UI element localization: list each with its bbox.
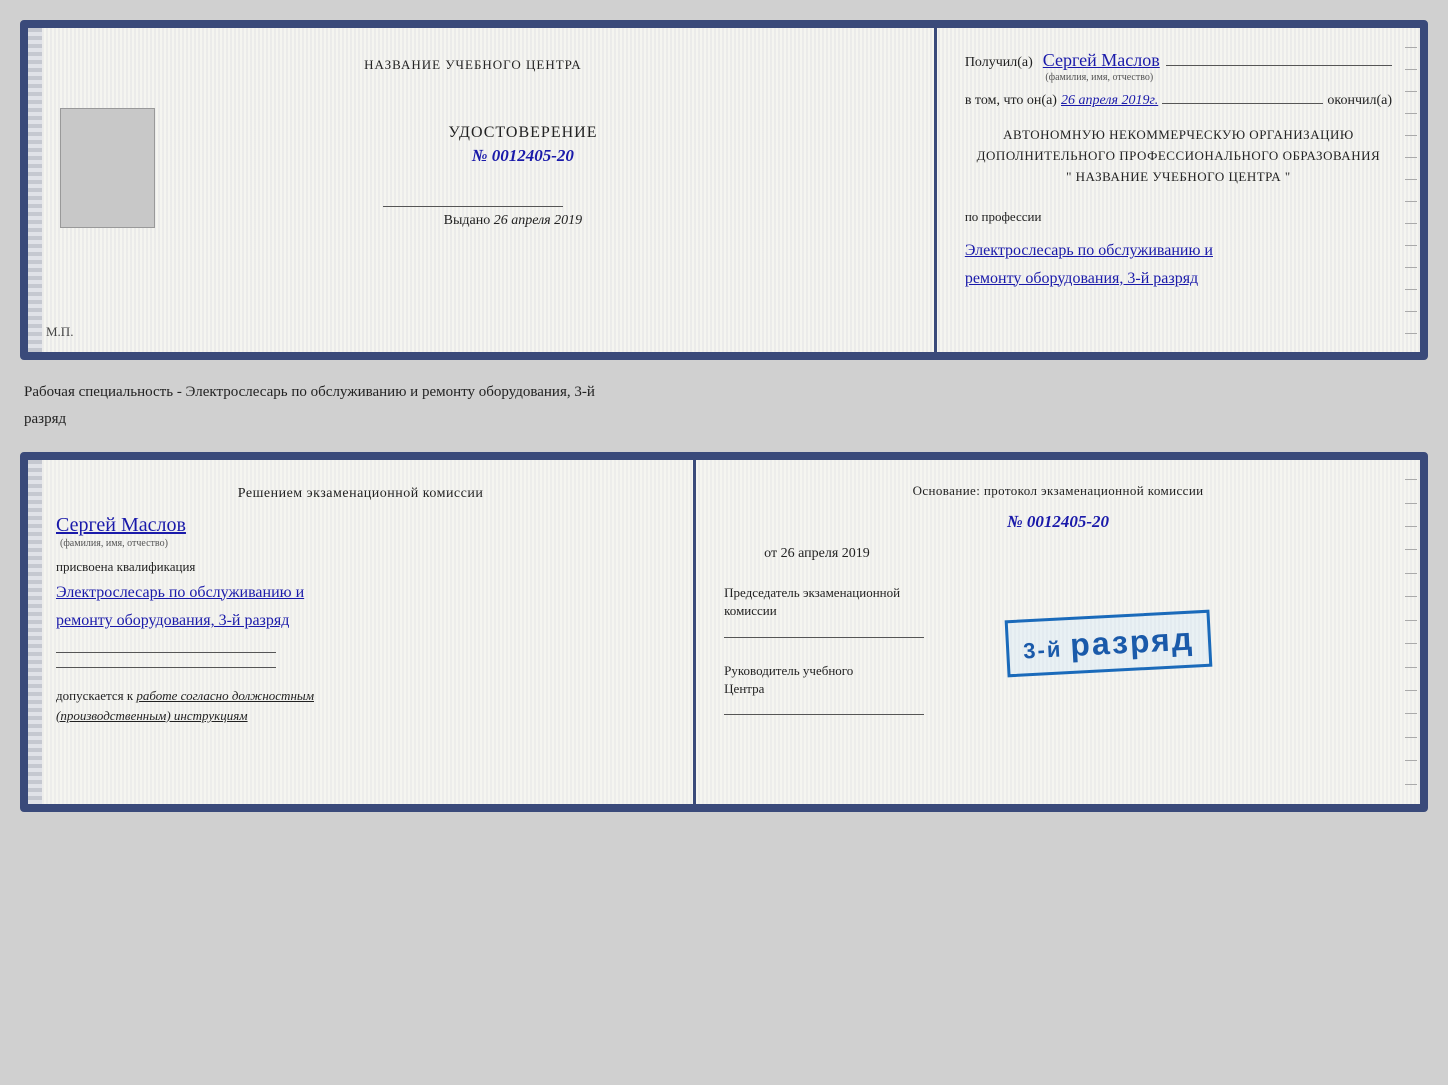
doc2-right-panel: Основание: протокол экзаменационной коми… <box>696 460 1420 804</box>
dopuskaetsya-label: допускается к <box>56 688 133 703</box>
ot-label: от <box>764 546 777 561</box>
document-card-2: Решением экзаменационной комиссии Сергей… <box>20 452 1428 812</box>
org-line3: " НАЗВАНИЕ УЧЕБНОГО ЦЕНТРА " <box>965 167 1392 188</box>
poluchil-row: Получил(а) Сергей Маслов (фамилия, имя, … <box>965 50 1392 83</box>
recipient-name: Сергей Маслов <box>1043 50 1160 71</box>
qualification-text: Электрослесарь по обслуживанию и ремонту… <box>56 579 665 637</box>
sig-line-a <box>56 652 276 653</box>
profession-text: Электрослесарь по обслуживанию и ремонту… <box>965 237 1392 291</box>
stamp: 3-й разряд <box>1005 610 1213 678</box>
doc2-recipient-name: Сергей Маслов <box>56 514 665 537</box>
udostoverenie-title: УДОСТОВЕРЕНИЕ <box>448 124 597 142</box>
signature-line-1 <box>383 206 563 207</box>
doc2-number-prefix: № <box>1007 512 1023 531</box>
stamp-text: 3-й разряд <box>1022 622 1195 666</box>
between-text-line2: разряд <box>20 409 1428 436</box>
qualification-line2: ремонту оборудования, 3-й разряд <box>56 612 289 629</box>
fio-hint: (фамилия, имя, отчество) <box>1045 72 1153 83</box>
between-text-block: Рабочая специальность - Электрослесарь п… <box>20 376 1428 436</box>
rukovoditel-sig-line <box>724 714 924 715</box>
name-dash-line <box>1166 65 1392 66</box>
document-card-1: НАЗВАНИЕ УЧЕБНОГО ЦЕНТРА УДОСТОВЕРЕНИЕ №… <box>20 20 1428 360</box>
org-block: АВТОНОМНУЮ НЕКОММЕРЧЕСКУЮ ОРГАНИЗАЦИЮ ДО… <box>965 125 1392 187</box>
org-line1: АВТОНОМНУЮ НЕКОММЕРЧЕСКУЮ ОРГАНИЗАЦИЮ <box>965 125 1392 146</box>
vtom-row: в том, что он(а) 26 апреля 2019г. окончи… <box>965 93 1392 109</box>
doc1-left-panel: НАЗВАНИЕ УЧЕБНОГО ЦЕНТРА УДОСТОВЕРЕНИЕ №… <box>28 28 937 352</box>
doc2-left-panel: Решением экзаменационной комиссии Сергей… <box>28 460 696 804</box>
page-wrapper: НАЗВАНИЕ УЧЕБНОГО ЦЕНТРА УДОСТОВЕРЕНИЕ №… <box>20 20 1428 812</box>
resheniem-title: Решением экзаменационной комиссии <box>56 484 665 504</box>
profession-line2: ремонту оборудования, 3-й разряд <box>965 270 1198 287</box>
udostoverenie-number: № 0012405-20 <box>448 146 597 166</box>
poprofessii-label: по профессии <box>965 209 1392 225</box>
photo-placeholder <box>60 108 155 228</box>
sig-line-b <box>56 667 276 668</box>
ot-date-value: 26 апреля 2019 <box>781 546 870 561</box>
doc1-right-panel: Получил(а) Сергей Маслов (фамилия, имя, … <box>937 28 1420 352</box>
mp-label: М.П. <box>46 324 73 340</box>
number-prefix: № <box>472 146 488 165</box>
org-line2: ДОПОЛНИТЕЛЬНОГО ПРОФЕССИОНАЛЬНОГО ОБРАЗО… <box>965 146 1392 167</box>
date-dash-line <box>1162 103 1323 104</box>
udostoverenie-block: УДОСТОВЕРЕНИЕ № 0012405-20 <box>448 124 597 166</box>
right-edge-decoration <box>1402 28 1420 352</box>
signature-lines-group <box>56 652 665 668</box>
number-value: 0012405-20 <box>492 146 574 165</box>
vydano-line: Выдано 26 апреля 2019 <box>444 213 583 229</box>
doc1-org-name: НАЗВАНИЕ УЧЕБНОГО ЦЕНТРА <box>364 56 581 74</box>
doc2-fio-hint: (фамилия, имя, отчество) <box>60 538 665 549</box>
okonchil-label: окончил(а) <box>1327 93 1392 109</box>
right-edge-decoration-2 <box>1402 460 1420 804</box>
ot-date-row: от 26 апреля 2019 <box>764 546 1392 562</box>
doc2-number-value: 0012405-20 <box>1027 512 1109 531</box>
completion-date: 26 апреля 2019г. <box>1061 93 1158 109</box>
between-text-line1: Рабочая специальность - Электрослесарь п… <box>20 376 1428 409</box>
stamp-prefix: 3-й <box>1023 636 1071 663</box>
vydano-label: Выдано <box>444 213 491 228</box>
predsedatel-label: Председатель экзаменационнойкомиссии <box>724 584 1392 620</box>
doc2-number: № 0012405-20 <box>724 512 1392 532</box>
prisvoena-label: присвоена квалификация <box>56 559 665 575</box>
vtom-label: в том, что он(а) <box>965 93 1057 109</box>
dopuskaetsya-block: допускается к работе согласно должностны… <box>56 686 665 725</box>
osnovanie-label: Основание: протокол экзаменационной коми… <box>724 482 1392 500</box>
predsedatel-sig-line <box>724 637 924 638</box>
vydano-date: 26 апреля 2019 <box>494 213 582 228</box>
poluchil-label: Получил(а) <box>965 55 1033 71</box>
